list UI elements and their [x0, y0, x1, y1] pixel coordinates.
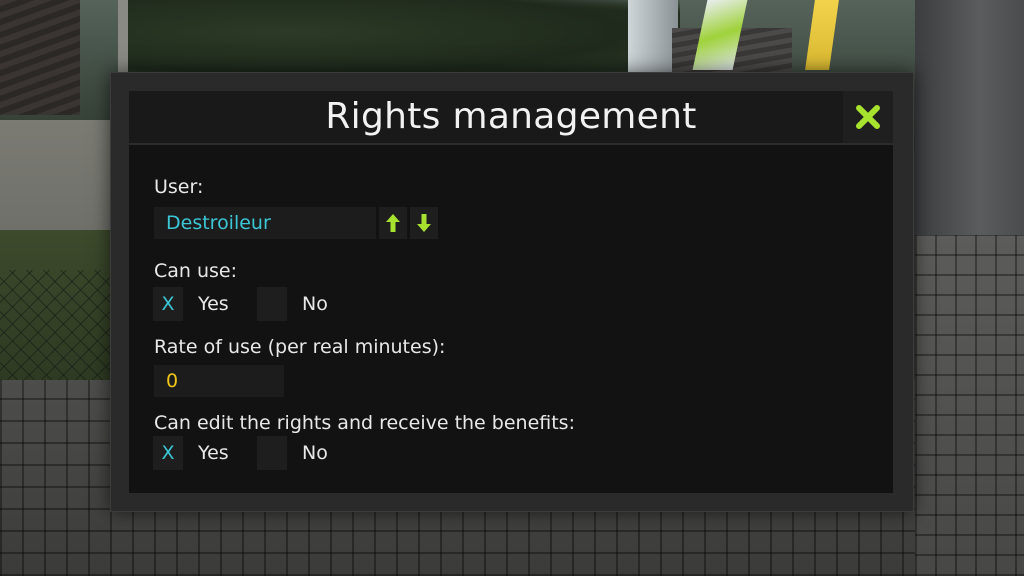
previous-user-button[interactable] [379, 207, 407, 239]
can-use-yes-checkbox[interactable]: X [153, 287, 183, 321]
can-edit-yes-label: Yes [198, 442, 229, 464]
user-label: User: [154, 176, 204, 198]
can-use-no-checkbox[interactable] [257, 287, 287, 321]
arrow-down-icon [417, 214, 431, 232]
dialog-panel: Rights management User: Destroileur Can … [129, 91, 893, 493]
rate-value: 0 [166, 370, 179, 392]
close-x-icon [856, 105, 880, 129]
can-edit-label: Can edit the rights and receive the bene… [154, 412, 575, 434]
can-edit-yes-checkbox[interactable]: X [153, 436, 183, 470]
can-use-yes-label: Yes [198, 293, 229, 315]
can-edit-no-label: No [302, 442, 328, 464]
rights-management-dialog: Rights management User: Destroileur Can … [110, 72, 914, 512]
can-edit-no-checkbox[interactable] [257, 436, 287, 470]
trees [120, 0, 680, 80]
dialog-title: Rights management [325, 96, 697, 137]
paved-ground-right [915, 235, 1024, 576]
pole [118, 0, 128, 72]
user-value: Destroileur [166, 212, 271, 234]
rate-input[interactable]: 0 [154, 365, 284, 397]
can-use-label: Can use: [154, 260, 238, 282]
building-wall-right [915, 0, 1024, 240]
stand [628, 0, 678, 72]
next-user-button[interactable] [410, 207, 438, 239]
user-selector[interactable]: Destroileur [154, 207, 376, 239]
arrow-up-icon [386, 214, 400, 232]
fence [0, 270, 110, 380]
house-roof [0, 0, 80, 115]
close-button[interactable] [843, 91, 893, 143]
rate-label: Rate of use (per real minutes): [154, 336, 446, 358]
can-use-no-label: No [302, 293, 328, 315]
dialog-titlebar: Rights management [129, 91, 893, 145]
